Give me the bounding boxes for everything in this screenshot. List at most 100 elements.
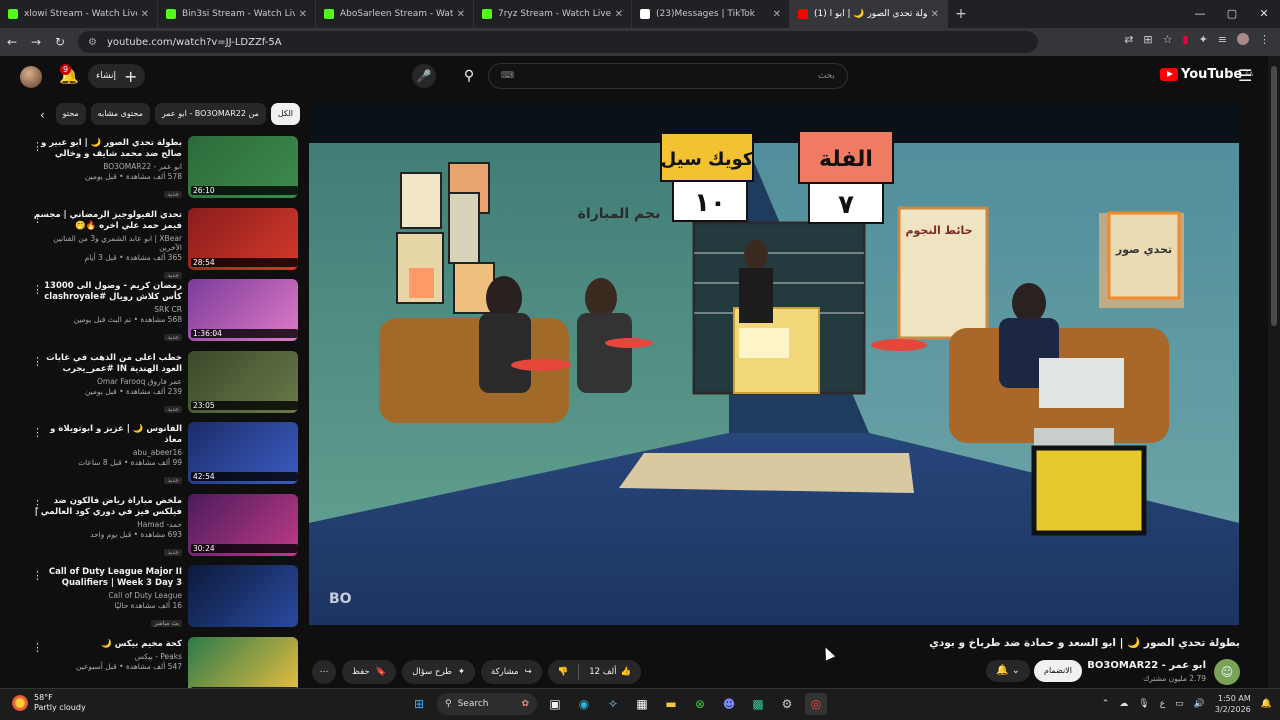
filter-chip[interactable]: من BO3OMAR22 - ابو عمر bbox=[154, 103, 266, 125]
language-indicator[interactable]: ع bbox=[1160, 699, 1165, 709]
profile-icon[interactable] bbox=[1237, 33, 1249, 45]
browser-tab[interactable]: AboSarleen Stream - Watch Live on Kick ✕ bbox=[316, 0, 474, 28]
browser-tab[interactable]: 7ryz Stream - Watch Live on Kick ✕ bbox=[474, 0, 632, 28]
maximize-icon[interactable]: ▢ bbox=[1216, 0, 1248, 28]
tab-close-icon[interactable]: ✕ bbox=[931, 9, 939, 20]
new-tab-icon[interactable]: + bbox=[948, 6, 974, 22]
app-icon[interactable]: ▩ bbox=[747, 693, 769, 715]
copilot-icon[interactable]: ✧ bbox=[602, 693, 624, 715]
account-avatar[interactable] bbox=[20, 66, 42, 88]
video-options-icon[interactable]: ⋮ bbox=[32, 355, 43, 368]
filter-chip[interactable]: محتوى مشابه bbox=[90, 103, 150, 125]
related-video-item[interactable]: Call of Duty League Major II Qualifiers … bbox=[0, 565, 302, 631]
video-thumbnail[interactable]: 1:36:04 bbox=[188, 279, 298, 341]
translate-icon[interactable]: ⇄ bbox=[1124, 33, 1133, 46]
windows-start-icon[interactable]: ⊞ bbox=[408, 693, 430, 715]
related-video-item[interactable]: 1:36:04 رمضان كريم - وصول الى 13000 كأس ك… bbox=[0, 279, 302, 345]
browser-tab[interactable]: (1) بطولة تحدي الصور 🌙 | ابو ا ✕ bbox=[790, 0, 948, 28]
share-button[interactable]: مشاركة ↪ bbox=[481, 660, 542, 684]
video-options-icon[interactable]: ⋮ bbox=[32, 212, 43, 225]
related-video-item[interactable]: 23:05 خطب أعلى من الذهب في غابات العود ال… bbox=[0, 350, 302, 417]
volume-icon[interactable]: 🔊 bbox=[1194, 699, 1205, 709]
browser-tab[interactable]: Bin3si Stream - Watch Live on Kick ✕ bbox=[158, 0, 316, 28]
filter-chip[interactable]: الكل bbox=[270, 103, 300, 125]
store-icon[interactable]: ▦ bbox=[631, 693, 653, 715]
url-field[interactable]: ⚙ youtube.com/watch?v=JJ-LDZZf-5A bbox=[78, 31, 1038, 53]
discord-icon[interactable]: ☻ bbox=[718, 693, 740, 715]
steam-icon[interactable]: ⚙ bbox=[776, 693, 798, 715]
bookmark-star-icon[interactable]: ☆ bbox=[1163, 33, 1173, 46]
notification-center-icon[interactable]: 🔔 bbox=[1261, 699, 1272, 709]
chrome-icon[interactable]: ◎ bbox=[805, 693, 827, 715]
browser-tab[interactable]: xlowi Stream - Watch Live on Kick ✕ bbox=[0, 0, 158, 28]
video-options-icon[interactable]: ⋮ bbox=[32, 140, 43, 153]
reload-icon[interactable]: ↻ bbox=[48, 35, 72, 49]
video-options-icon[interactable]: ⋮ bbox=[32, 641, 43, 654]
video-options-icon[interactable]: ⋮ bbox=[32, 569, 43, 582]
tab-title: (23)Messages | TikTok bbox=[656, 9, 755, 19]
search-input[interactable]: ⌨ بحث bbox=[488, 63, 848, 89]
reading-list-icon[interactable]: ≡ bbox=[1218, 33, 1227, 46]
browser-menu-icon[interactable]: ⋮ bbox=[1259, 33, 1270, 46]
video-thumbnail[interactable]: 26:10 bbox=[188, 136, 298, 198]
guide-menu-icon[interactable]: ☰ bbox=[1238, 66, 1252, 85]
extension-icon[interactable]: ▮ bbox=[1183, 33, 1189, 46]
clock[interactable]: 1:50 AM 3/2/2026 bbox=[1215, 693, 1251, 715]
video-thumbnail[interactable]: 23:05 bbox=[188, 350, 298, 413]
keyboard-icon[interactable]: ⌨ bbox=[501, 71, 514, 81]
subscribed-bell-button[interactable]: 🔔 ⌄ bbox=[986, 660, 1030, 682]
filter-chip[interactable]: محتو bbox=[55, 103, 86, 125]
related-video-item[interactable]: 30:24 ملخص مباراة رياض فالكون ضد فيلكس في… bbox=[0, 493, 302, 560]
video-thumbnail[interactable]: 28:54 bbox=[188, 207, 298, 270]
more-actions-button[interactable]: ⋯ bbox=[312, 660, 336, 684]
close-window-icon[interactable]: ✕ bbox=[1248, 0, 1280, 28]
edge-icon[interactable]: ◉ bbox=[573, 693, 595, 715]
video-item-channel: abu_abeer16 bbox=[132, 448, 182, 457]
task-view-icon[interactable]: ▣ bbox=[544, 693, 566, 715]
xbox-icon[interactable]: ⊗ bbox=[689, 693, 711, 715]
join-button[interactable]: الانضمام bbox=[1034, 660, 1082, 682]
video-thumbnail[interactable]: 30:24 bbox=[188, 493, 298, 556]
extensions-puzzle-icon[interactable]: ✦ bbox=[1199, 33, 1208, 46]
like-button[interactable]: 12 ألف 👍 bbox=[579, 667, 641, 677]
network-icon[interactable]: ▭ bbox=[1175, 699, 1184, 709]
save-button[interactable]: حفظ 🔖 bbox=[342, 660, 397, 684]
browser-tab[interactable]: (23)Messages | TikTok ✕ bbox=[632, 0, 790, 28]
video-options-icon[interactable]: ⋮ bbox=[32, 283, 43, 296]
forward-icon[interactable]: → bbox=[24, 35, 48, 49]
tab-close-icon[interactable]: ✕ bbox=[141, 9, 149, 20]
weather-widget[interactable]: 58°F Partly cloudy bbox=[12, 693, 86, 713]
notifications-bell-icon[interactable]: 🔔 9 bbox=[58, 64, 80, 88]
related-video-item[interactable]: 42:54 الفانوس 🌙 | عزيز و ابوثوبلاه و معاذ… bbox=[0, 422, 302, 488]
tray-chevron-icon[interactable]: ⌃ bbox=[1102, 699, 1110, 709]
tab-close-icon[interactable]: ✕ bbox=[773, 9, 781, 20]
file-explorer-icon[interactable]: ▬ bbox=[660, 693, 682, 715]
video-thumbnail[interactable] bbox=[188, 565, 298, 627]
channel-avatar[interactable]: ☺ bbox=[1214, 659, 1240, 685]
video-options-icon[interactable]: ⋮ bbox=[32, 426, 43, 439]
dislike-button[interactable]: 👎 bbox=[548, 667, 579, 677]
video-player[interactable]: كويك سيل ١٠ الفلة ٧ نجم المباراة حائط ال… bbox=[309, 103, 1239, 625]
install-icon[interactable]: ⊞ bbox=[1143, 33, 1152, 46]
search-icon[interactable]: ⚲ bbox=[455, 63, 483, 89]
minimize-icon[interactable]: — bbox=[1184, 0, 1216, 28]
related-video-item[interactable]: 26:10 بطولة تحدي الصور 🌙 | ابو عبير و صال… bbox=[0, 136, 302, 202]
back-icon[interactable]: ← bbox=[0, 35, 24, 49]
ask-button[interactable]: طرح سؤال ✦ bbox=[402, 660, 476, 684]
channel-name[interactable]: ابو عمر - BO3OMAR22 bbox=[1087, 660, 1206, 671]
scrollbar-thumb[interactable] bbox=[1271, 66, 1277, 326]
tab-close-icon[interactable]: ✕ bbox=[299, 9, 307, 20]
related-video-item[interactable]: 28:54 تحدي الفيولوجيز الرمضاني | مجسم فيم… bbox=[0, 207, 302, 279]
video-options-icon[interactable]: ⋮ bbox=[32, 498, 43, 511]
page-scrollbar[interactable] bbox=[1268, 56, 1280, 688]
onedrive-icon[interactable]: ☁ bbox=[1119, 699, 1128, 709]
tab-close-icon[interactable]: ✕ bbox=[615, 9, 623, 20]
video-thumbnail[interactable]: 42:54 bbox=[188, 422, 298, 484]
voice-search-icon[interactable]: 🎤 bbox=[412, 64, 436, 88]
taskbar-search[interactable]: ⚲ Search ✿ bbox=[437, 693, 537, 715]
site-info-icon[interactable]: ⚙ bbox=[88, 37, 97, 48]
create-button[interactable]: إنشاء + bbox=[88, 64, 146, 88]
video-item-title: ملخص مباراة رياض فالكون ضد فيلكس فيز في … bbox=[34, 495, 182, 517]
mic-tray-icon[interactable]: 🎙 bbox=[1138, 699, 1149, 709]
tab-close-icon[interactable]: ✕ bbox=[457, 9, 465, 20]
